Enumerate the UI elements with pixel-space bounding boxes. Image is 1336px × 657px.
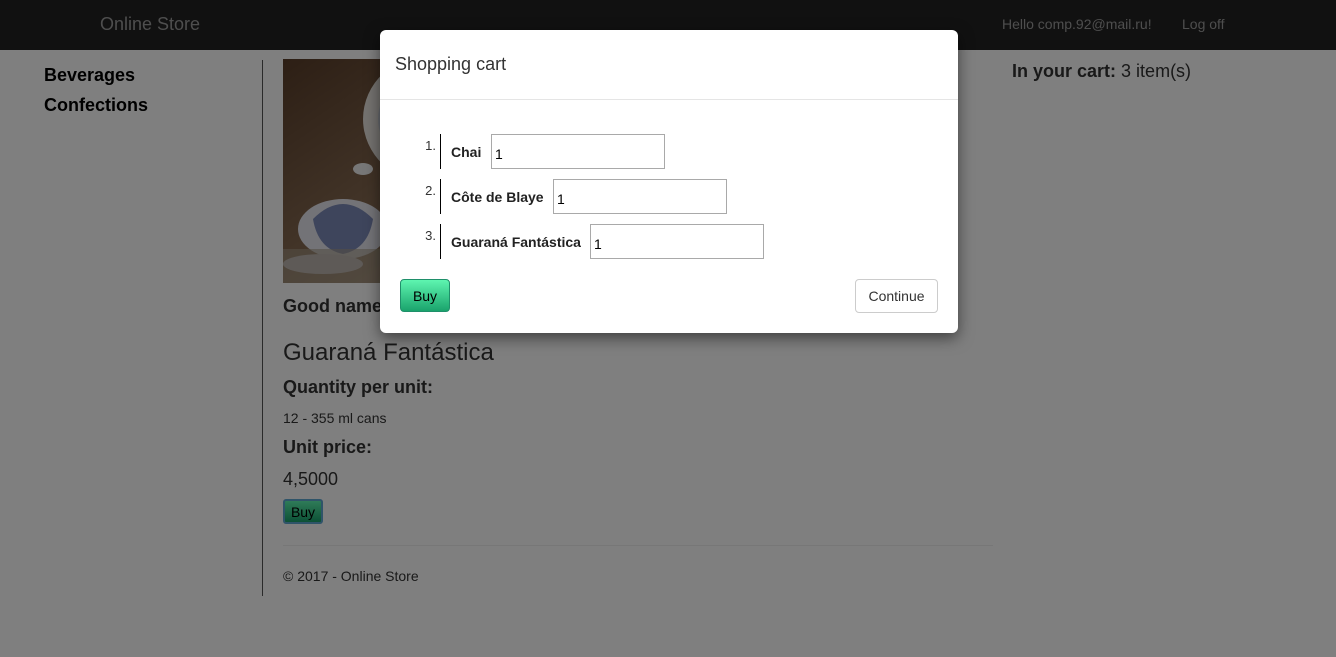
cart-item-name: Chai <box>451 144 482 160</box>
cart-item-name: Côte de Blaye <box>451 189 544 205</box>
cart-item-quantity-input[interactable] <box>491 134 665 169</box>
modal-title: Shopping cart <box>395 54 507 74</box>
cart-item-number: 3. <box>425 228 436 243</box>
modal-header-divider <box>380 99 958 100</box>
cart-item-quantity-input[interactable] <box>590 224 764 259</box>
cart-item-quantity-input[interactable] <box>553 179 727 214</box>
cart-item-name: Guaraná Fantástica <box>451 234 581 250</box>
cart-item-divider <box>440 134 441 169</box>
shopping-cart-modal: Shopping cart 1. Chai 2. Côte de Blaye 3… <box>380 30 958 333</box>
cart-item-number: 2. <box>425 183 436 198</box>
cart-item-divider <box>440 179 441 214</box>
modal-buy-button[interactable]: Buy <box>400 279 450 312</box>
continue-button[interactable]: Continue <box>855 279 938 313</box>
cart-item-number: 1. <box>425 138 436 153</box>
cart-item-divider <box>440 224 441 259</box>
